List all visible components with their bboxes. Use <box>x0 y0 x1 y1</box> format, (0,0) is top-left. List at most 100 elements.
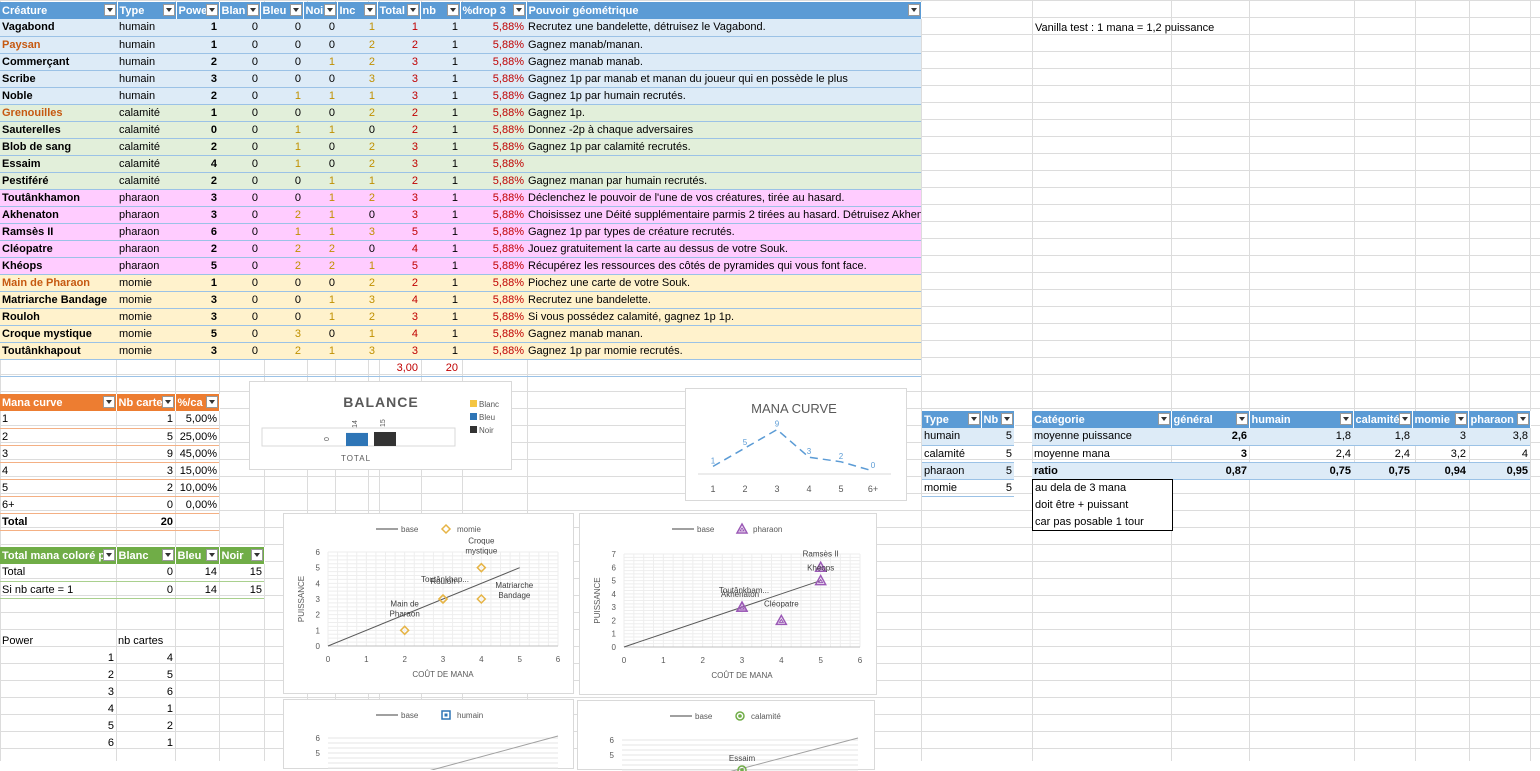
cell-total[interactable]: 3 <box>377 206 420 224</box>
table-row[interactable]: pharaon 5 <box>922 462 1014 480</box>
cell-inc[interactable]: 2 <box>337 308 377 326</box>
cell-pouvoir[interactable]: Jouez gratuitement la carte au dessus de… <box>526 240 921 258</box>
power-cell[interactable]: 3 <box>0 683 116 700</box>
cell-name[interactable]: Croque mystique <box>0 325 117 343</box>
cell-blanc[interactable]: 0 <box>219 342 260 360</box>
cell-pouvoir[interactable]: Gagnez manab/manan. <box>526 36 921 54</box>
table-row[interactable]: humain 5 <box>922 428 1014 446</box>
category-cell[interactable]: 3,2 <box>1412 445 1468 463</box>
filter-dropdown-icon[interactable] <box>1157 413 1170 425</box>
cell-total[interactable]: 2 <box>377 104 420 122</box>
total-cell[interactable]: 20 <box>420 359 460 377</box>
cell-name[interactable]: Ramsès II <box>0 223 117 241</box>
cell-noir[interactable]: 0 <box>303 155 337 173</box>
cell-bleu[interactable]: 0 <box>260 172 303 190</box>
category-cell[interactable]: 1,8 <box>1249 428 1353 446</box>
filter-dropdown-icon[interactable] <box>161 549 174 561</box>
filter-dropdown-icon[interactable] <box>103 4 116 16</box>
filter-dropdown-icon[interactable] <box>161 396 174 408</box>
cell-blanc[interactable]: 0 <box>219 104 260 122</box>
cell-blanc[interactable]: 0 <box>219 36 260 54</box>
cell-nb[interactable]: 1 <box>420 87 460 105</box>
cell-name[interactable]: Toutânkhapout <box>0 342 117 360</box>
category-cell[interactable]: 3 <box>1171 445 1249 463</box>
type-cell[interactable]: 5 <box>981 428 1014 446</box>
cell-bleu[interactable]: 1 <box>260 87 303 105</box>
cell-type[interactable]: momie <box>117 291 176 309</box>
cell-noir[interactable]: 1 <box>303 342 337 360</box>
filter-dropdown-icon[interactable] <box>1000 413 1013 425</box>
filter-dropdown-icon[interactable] <box>1339 413 1352 425</box>
table-row[interactable]: 25 <box>0 666 175 683</box>
category-cell[interactable]: 4 <box>1468 445 1530 463</box>
total-cell[interactable]: 3,00 <box>377 359 420 377</box>
cell-inc[interactable]: 1 <box>337 325 377 343</box>
table-row[interactable]: Vagabond humain 1 0 0 0 1 1 1 5,88% Recrutez une b… <box>0 19 921 37</box>
cell-bleu[interactable]: 2 <box>260 206 303 224</box>
table-row[interactable]: moyenne puissance 2,6 1,8 1,8 3 3,8 <box>1032 428 1530 446</box>
cell-pouvoir[interactable]: Gagnez 1p par manab et manan du joueur q… <box>526 70 921 88</box>
cell-noir[interactable]: 1 <box>303 172 337 190</box>
cell-drop[interactable]: 5,88% <box>460 172 526 190</box>
cell-blanc[interactable]: 0 <box>219 308 260 326</box>
cell-inc[interactable]: 2 <box>337 53 377 71</box>
filter-dropdown-icon[interactable] <box>967 413 980 425</box>
table-row[interactable]: calamité 5 <box>922 445 1014 463</box>
cell-power[interactable]: 4 <box>176 155 219 173</box>
cell-drop[interactable]: 5,88% <box>460 274 526 292</box>
filter-dropdown-icon[interactable] <box>406 4 419 16</box>
table-row[interactable]: Cléopatre pharaon 2 0 2 2 0 4 1 5,88% Jouez gratui… <box>0 240 921 258</box>
creature-header-cell[interactable]: Powe <box>176 2 220 19</box>
cell-inc[interactable]: 3 <box>337 223 377 241</box>
cell-type[interactable]: calamité <box>117 121 176 139</box>
cell-bleu[interactable]: 0 <box>260 291 303 309</box>
power-cell[interactable]: 2 <box>0 666 116 683</box>
mana-colore-cell[interactable]: 0 <box>116 581 175 599</box>
cell-inc[interactable]: 1 <box>337 257 377 275</box>
table-row[interactable]: Paysan humain 1 0 0 0 2 2 1 5,88% Gagnez manab/man… <box>0 36 921 54</box>
table-row[interactable]: Pestiféré calamité 2 0 0 1 1 2 1 5,88% Gagnez mana… <box>0 172 921 190</box>
cell-bleu[interactable]: 1 <box>260 223 303 241</box>
cell-name[interactable]: Commerçant <box>0 53 117 71</box>
category-cell[interactable]: 2,4 <box>1249 445 1353 463</box>
cell-total[interactable]: 3 <box>377 53 420 71</box>
total-cell[interactable] <box>176 359 219 377</box>
cell-noir[interactable]: 2 <box>303 240 337 258</box>
cell-pouvoir[interactable] <box>526 155 921 173</box>
mana-colore-header-cell[interactable]: Bleu <box>175 547 220 564</box>
filter-dropdown-icon[interactable] <box>162 4 175 16</box>
cell-name[interactable]: Toutânkhamon <box>0 189 117 207</box>
creature-header-cell[interactable]: Blan <box>219 2 261 19</box>
type-cell[interactable]: 5 <box>981 479 1014 497</box>
power-cell[interactable]: 6 <box>0 734 116 751</box>
cell-drop[interactable]: 5,88% <box>460 223 526 241</box>
cell-total[interactable]: 4 <box>377 325 420 343</box>
type-cell[interactable]: calamité <box>922 445 981 463</box>
cell-bleu[interactable]: 0 <box>260 19 303 37</box>
cell-bleu[interactable]: 2 <box>260 342 303 360</box>
cell-power[interactable]: 3 <box>176 70 219 88</box>
cell-total[interactable]: 4 <box>377 240 420 258</box>
filter-dropdown-icon[interactable] <box>205 396 218 408</box>
humain-scatter-chart[interactable]: base humain 6 5 <box>283 699 574 770</box>
power-cell[interactable]: 4 <box>116 649 175 666</box>
mana-curve-header-cell[interactable]: Nb carte <box>116 394 176 411</box>
cell-nb[interactable]: 1 <box>420 121 460 139</box>
cell-power[interactable]: 2 <box>176 138 219 156</box>
cell-bleu[interactable]: 1 <box>260 138 303 156</box>
cell-name[interactable]: Akhenaton <box>0 206 117 224</box>
creature-header-cell[interactable]: Bleu <box>260 2 304 19</box>
category-cell[interactable]: ratio <box>1032 462 1171 480</box>
table-row[interactable]: Matriarche Bandage momie 3 0 0 1 3 4 1 5,88% Recru… <box>0 291 921 309</box>
table-row[interactable]: Noble humain 2 0 1 1 1 3 1 5,88% Gagnez 1p par hum… <box>0 87 921 105</box>
total-cell[interactable] <box>337 359 377 377</box>
category-cell[interactable]: moyenne puissance <box>1032 428 1171 446</box>
cell-noir[interactable]: 0 <box>303 274 337 292</box>
cell-noir[interactable]: 1 <box>303 308 337 326</box>
cell-pouvoir[interactable]: Gagnez manab manan. <box>526 325 921 343</box>
table-row[interactable]: Commerçant humain 2 0 0 1 2 3 1 5,88% Gagnez manab… <box>0 53 921 71</box>
cell-power[interactable]: 3 <box>176 189 219 207</box>
filter-dropdown-icon[interactable] <box>907 4 920 16</box>
cell-type[interactable]: momie <box>117 342 176 360</box>
cell-drop[interactable]: 5,88% <box>460 342 526 360</box>
